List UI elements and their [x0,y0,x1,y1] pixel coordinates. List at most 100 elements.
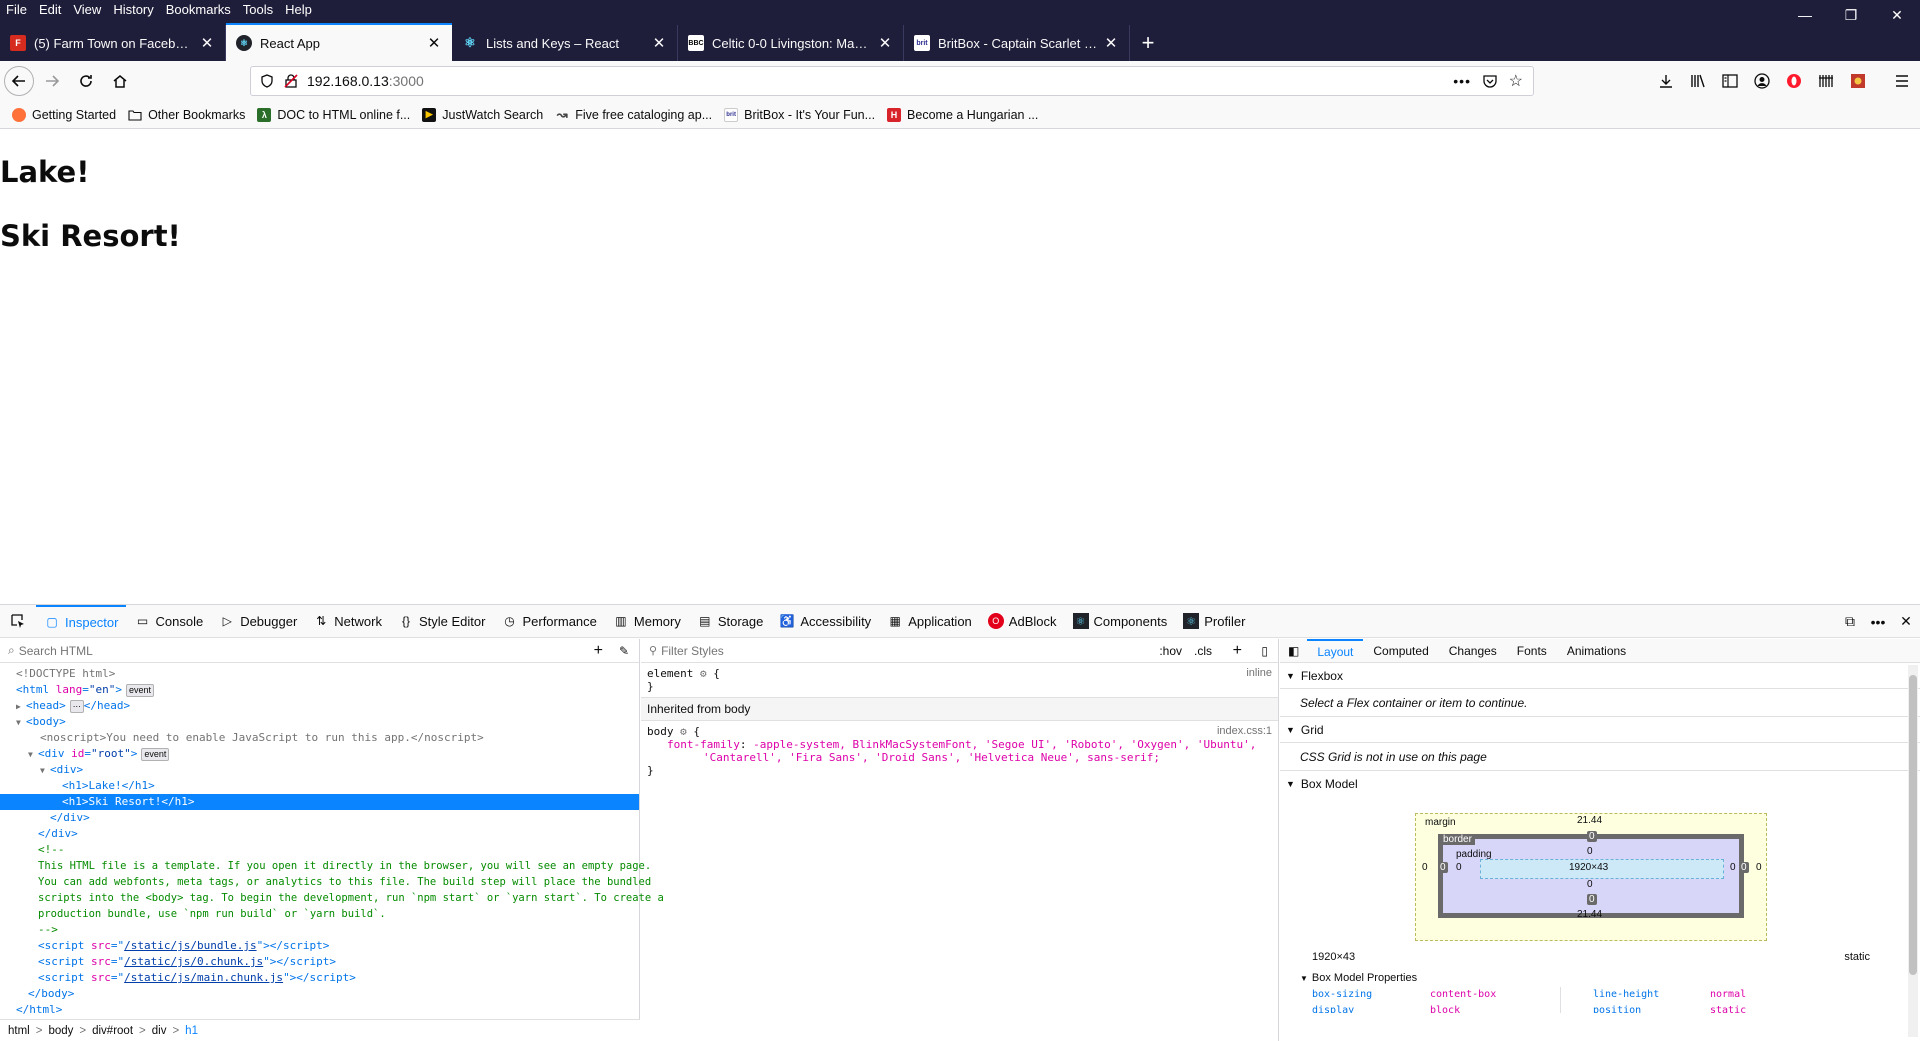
breadcrumb-h1[interactable]: h1 [185,1025,198,1037]
new-tab-button[interactable]: + [1130,25,1166,61]
tab-debugger[interactable]: ▷ Debugger [211,605,305,638]
rule-source-link[interactable]: index.css:1 [1217,725,1272,737]
tab-celtic[interactable]: BBC Celtic 0-0 Livingston: Makeshift ✕ [678,25,904,61]
tree-line[interactable]: --> [0,922,639,938]
split-pane-icon[interactable]: ◧ [1280,644,1307,658]
tab-farm-town[interactable]: F (5) Farm Town on Facebook ✕ [0,25,226,61]
tree-line[interactable]: ▶ <head> ⋯ </head> [0,698,639,714]
tab-style-editor[interactable]: {} Style Editor [390,605,493,638]
font-family-value-cont[interactable]: 'Cantarell', 'Fira Sans', 'Droid Sans', … [703,751,1160,764]
search-html-input[interactable] [18,643,579,658]
hamburger-menu-icon[interactable] [1886,65,1918,97]
home-button[interactable] [104,65,136,97]
collapse-arrow-icon[interactable]: ▼ [28,747,38,763]
tab-react-app[interactable]: ⚛ React App ✕ [226,23,452,61]
menu-bookmarks[interactable]: Bookmarks [160,0,237,19]
dock-side-icon[interactable]: ⧉ [1836,613,1864,630]
collapse-arrow-icon[interactable]: ▼ [16,715,26,731]
sidebar-icon[interactable] [1714,65,1746,97]
element-picker-button[interactable] [0,605,36,638]
close-tab-icon[interactable]: ✕ [426,35,442,52]
margin-left-value[interactable]: 0 [1422,862,1428,873]
devtools-close-icon[interactable]: ✕ [1892,613,1920,630]
restore-button[interactable]: ❐ [1828,0,1874,30]
extension-bars-icon[interactable] [1810,65,1842,97]
tab-console[interactable]: ▭ Console [126,605,211,638]
script-link[interactable]: /static/js/main.chunk.js [124,971,283,984]
tab-lists-and-keys[interactable]: ⚛ Lists and Keys – React ✕ [452,25,678,61]
tab-layout[interactable]: Layout [1307,638,1364,663]
grid-section[interactable]: ▼ Grid [1280,717,1920,743]
tab-computed[interactable]: Computed [1363,639,1438,663]
close-tab-icon[interactable]: ✕ [1103,35,1119,52]
bookmark-getting-started[interactable]: Getting Started [12,107,116,122]
menu-edit[interactable]: Edit [33,0,67,19]
tree-line[interactable]: <script src="/static/js/bundle.js"></scr… [0,938,639,954]
close-tab-icon[interactable]: ✕ [877,35,893,52]
shield-icon[interactable] [259,74,275,88]
border-top-value[interactable]: 0 [1587,831,1597,842]
border-left-value[interactable]: 0 [1438,862,1448,873]
bookmark-five-free[interactable]: ↝ Five free cataloging ap... [555,107,712,122]
breadcrumb-div[interactable]: div [152,1025,167,1037]
menu-view[interactable]: View [67,0,107,19]
tab-storage[interactable]: ▤ Storage [689,605,772,638]
gear-icon[interactable]: ⚙ [680,725,687,738]
tab-memory[interactable]: ▥ Memory [605,605,689,638]
tab-application[interactable]: ▦ Application [879,605,980,638]
tree-line[interactable]: <h1>Lake!</h1> [0,778,639,794]
extension-red-icon[interactable] [1842,65,1874,97]
event-badge[interactable]: event [141,747,170,761]
url-bar[interactable]: 192.168.0.13:3000 ••• ☆ [250,66,1534,96]
devtools-more-icon[interactable]: ••• [1864,614,1892,630]
eyedropper-icon[interactable]: ✎ [619,644,629,658]
tree-line[interactable]: ▼ <div id="root"> event [0,746,639,762]
tab-network[interactable]: ⇅ Network [305,605,390,638]
box-model-properties-header[interactable]: ▼ Box Model Properties [1280,969,1920,987]
tree-line[interactable]: ▼ <div> [0,762,639,778]
tab-accessibility[interactable]: ♿ Accessibility [771,605,879,638]
tree-line-selected[interactable]: <h1>Ski Resort!</h1> [0,794,639,810]
tree-line[interactable]: </div> [0,810,639,826]
url-text[interactable]: 192.168.0.13:3000 [307,73,424,89]
script-link[interactable]: /static/js/bundle.js [124,939,256,952]
minimize-button[interactable]: — [1782,0,1828,30]
expand-arrow-icon[interactable]: ▶ [16,699,26,715]
padding-bottom-value[interactable]: 0 [1587,879,1593,890]
tree-line[interactable]: <!DOCTYPE html> [0,666,639,682]
forward-button[interactable] [36,65,68,97]
tab-fonts[interactable]: Fonts [1507,639,1557,663]
opera-extension-icon[interactable] [1778,65,1810,97]
flexbox-section[interactable]: ▼ Flexbox [1280,663,1920,689]
padding-right-value[interactable]: 0 [1730,862,1736,873]
tree-line[interactable]: </html> [0,1002,639,1018]
filter-styles-input[interactable] [661,643,1062,658]
tree-line[interactable]: production bundle, use `npm run build` o… [0,906,639,922]
tree-line[interactable]: <noscript>You need to enable JavaScript … [0,730,639,746]
reload-button[interactable] [70,65,102,97]
insecure-lock-icon[interactable] [283,74,299,88]
event-badge[interactable]: event [126,683,155,697]
bookmark-justwatch[interactable]: ▶ JustWatch Search [422,107,543,122]
add-node-icon[interactable]: + [594,642,603,660]
padding-top-value[interactable]: 0 [1587,846,1593,857]
border-right-value[interactable]: 0 [1739,862,1749,873]
library-icon[interactable] [1682,65,1714,97]
tree-line[interactable]: <!-- [0,842,639,858]
account-icon[interactable] [1746,65,1778,97]
tab-changes[interactable]: Changes [1439,639,1507,663]
tree-line[interactable]: </div> [0,826,639,842]
tab-performance[interactable]: ◷ Performance [493,605,604,638]
menu-history[interactable]: History [107,0,159,19]
tree-line[interactable]: <script src="/static/js/0.chunk.js"></sc… [0,954,639,970]
back-button[interactable] [4,66,34,96]
hov-toggle[interactable]: :hov [1159,644,1182,658]
collapse-arrow-icon[interactable]: ▼ [40,763,50,779]
padding-left-value[interactable]: 0 [1456,862,1462,873]
margin-right-value[interactable]: 0 [1756,862,1762,873]
tab-animations[interactable]: Animations [1557,639,1636,663]
bookmark-britbox[interactable]: brit BritBox - It's Your Fun... [724,107,875,122]
content-size[interactable]: 1920×43 [1569,862,1608,873]
page-actions-icon[interactable]: ••• [1453,73,1471,89]
menu-tools[interactable]: Tools [237,0,279,19]
